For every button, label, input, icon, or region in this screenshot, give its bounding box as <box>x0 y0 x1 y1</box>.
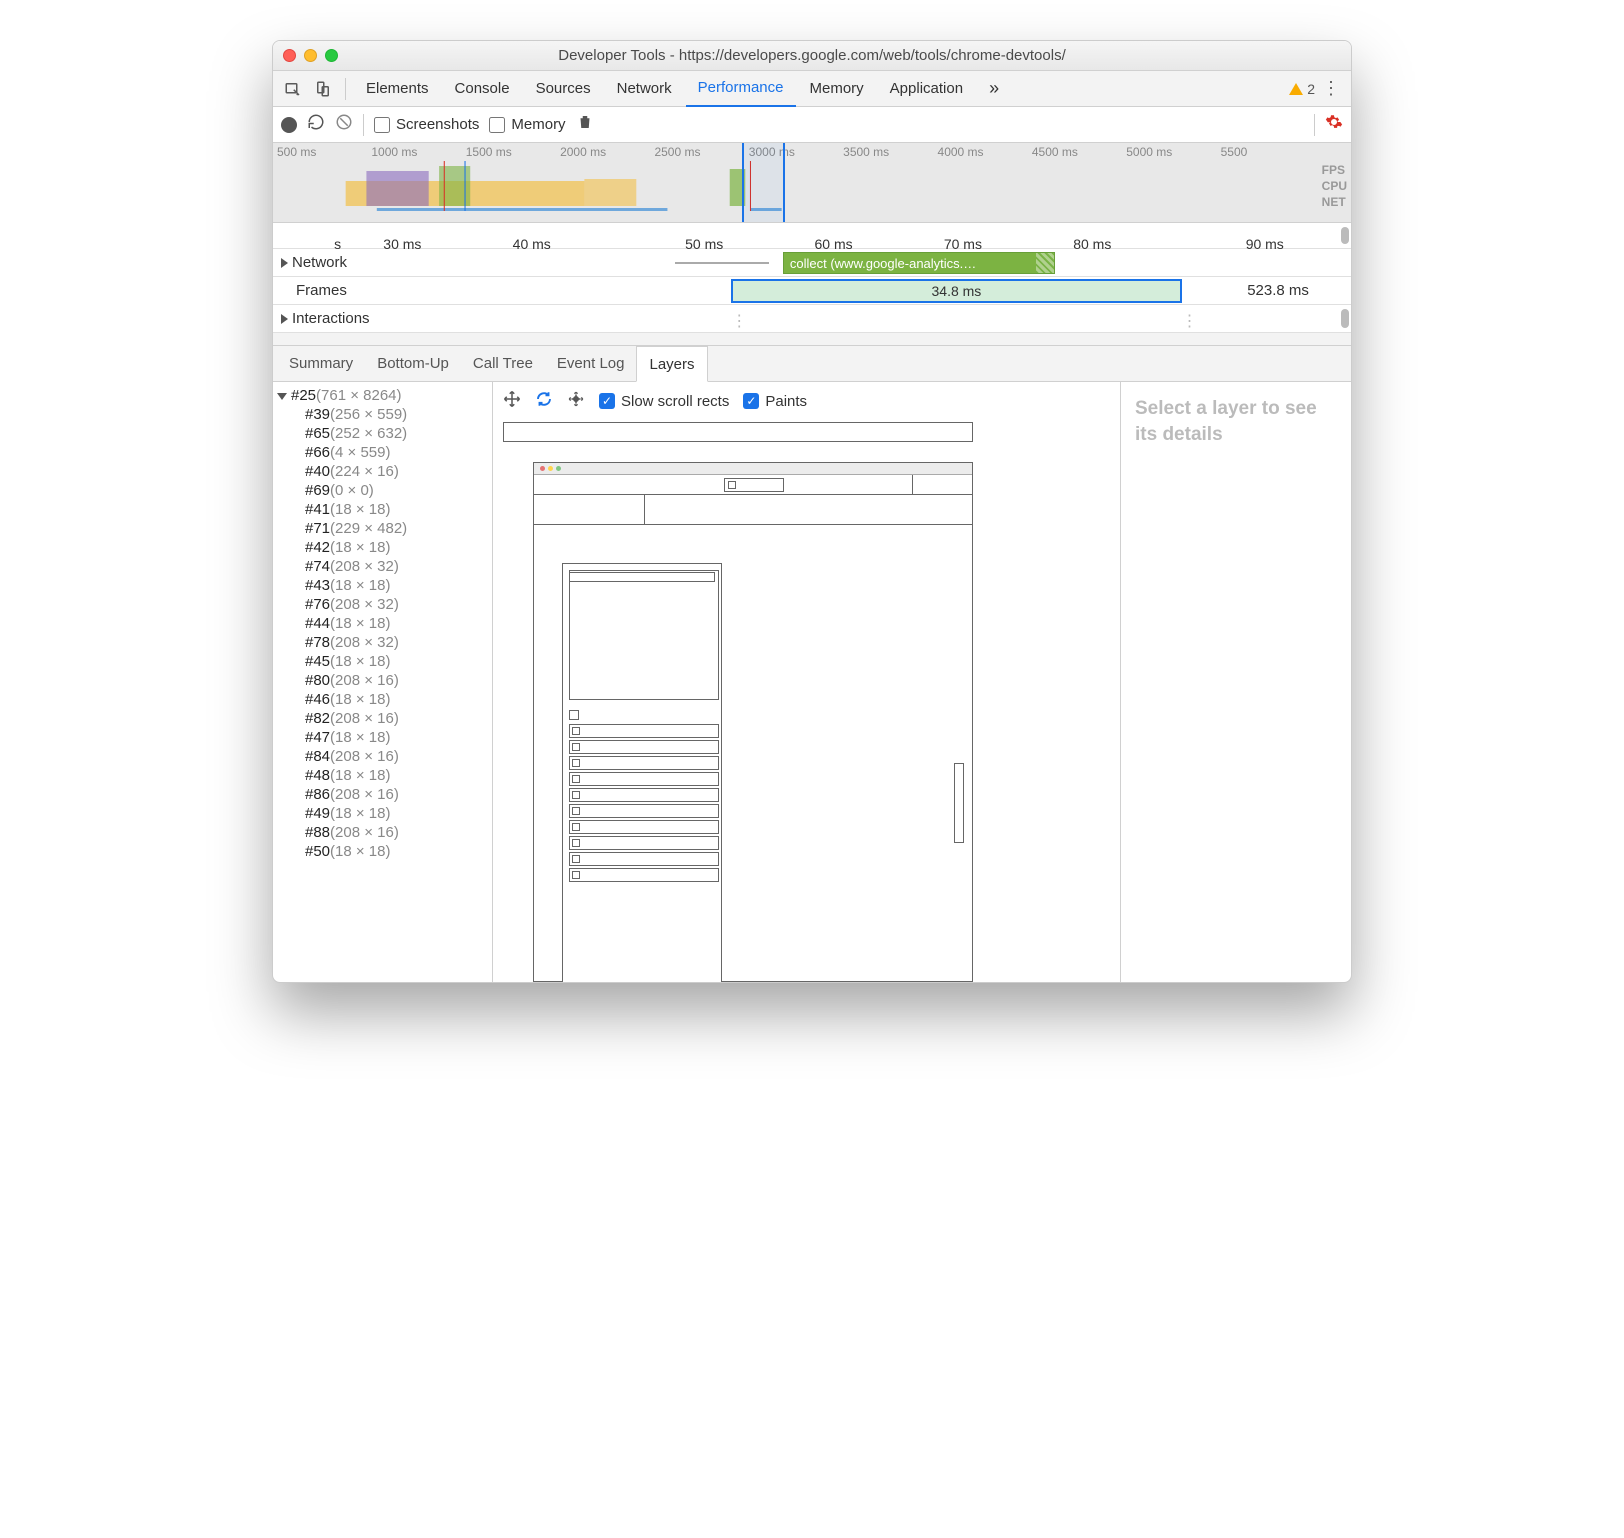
close-icon[interactable] <box>283 49 296 62</box>
reset-view-icon[interactable] <box>567 390 585 413</box>
layer-node[interactable]: #69(0 × 0) <box>277 481 492 500</box>
memory-checkbox[interactable]: Memory <box>489 116 565 133</box>
overview-lane-labels: FPS CPU NET <box>1322 163 1347 209</box>
tab-network[interactable]: Network <box>605 71 684 107</box>
network-request-bar[interactable]: collect (www.google-analytics.… <box>783 252 1055 274</box>
layer-wireframe[interactable] <box>503 422 1110 982</box>
layer-node[interactable]: #44(18 × 18) <box>277 614 492 633</box>
layer-node[interactable]: #41(18 × 18) <box>277 500 492 519</box>
interactions-track[interactable]: Interactions ⋮ ⋮ <box>273 305 1351 333</box>
layer-node[interactable]: #50(18 × 18) <box>277 842 492 861</box>
frames-track-label: Frames <box>296 282 347 299</box>
layer-node[interactable]: #74(208 × 32) <box>277 557 492 576</box>
network-track[interactable]: Network collect (www.google-analytics.… <box>273 249 1351 277</box>
pan-icon[interactable] <box>503 390 521 413</box>
frame-extra-label: 523.8 ms <box>1247 282 1309 299</box>
layer-node[interactable]: #80(208 × 16) <box>277 671 492 690</box>
layer-node[interactable]: #71(229 × 482) <box>277 519 492 538</box>
layer-node[interactable]: #76(208 × 32) <box>277 595 492 614</box>
flamechart-area: s30 ms40 ms50 ms60 ms70 ms80 ms90 ms Net… <box>273 223 1351 346</box>
kebab-menu-icon[interactable]: ⋮ <box>1317 75 1345 103</box>
tab-memory[interactable]: Memory <box>798 71 876 107</box>
layer-node[interactable]: #25(761 × 8264) <box>277 386 492 405</box>
record-button[interactable] <box>281 117 297 133</box>
tab-application[interactable]: Application <box>878 71 975 107</box>
expand-icon[interactable] <box>281 314 288 324</box>
overview-ticks: 500 ms1000 ms1500 ms2000 ms2500 ms3000 m… <box>273 145 1311 159</box>
subtab-call-tree[interactable]: Call Tree <box>461 346 545 382</box>
interactions-track-label: Interactions <box>292 310 370 327</box>
network-track-label: Network <box>292 254 347 271</box>
separator <box>345 78 346 100</box>
layer-node[interactable]: #46(18 × 18) <box>277 690 492 709</box>
layer-node[interactable]: #65(252 × 632) <box>277 424 492 443</box>
traffic-lights <box>283 49 338 62</box>
layer-node[interactable]: #47(18 × 18) <box>277 728 492 747</box>
layer-tree[interactable]: #25(761 × 8264)#39(256 × 559)#65(252 × 6… <box>273 382 493 982</box>
layer-node[interactable]: #42(18 × 18) <box>277 538 492 557</box>
layer-node[interactable]: #88(208 × 16) <box>277 823 492 842</box>
detail-tabs: SummaryBottom-UpCall TreeEvent LogLayers <box>273 346 1351 382</box>
device-toggle-icon[interactable] <box>309 75 337 103</box>
layer-view-toolbar: ✓Slow scroll rects ✓Paints <box>503 386 1110 416</box>
layer-node[interactable]: #39(256 × 559) <box>277 405 492 424</box>
inspect-icon[interactable] <box>279 75 307 103</box>
window-title: Developer Tools - https://developers.goo… <box>273 47 1351 64</box>
maximize-icon[interactable] <box>325 49 338 62</box>
warning-icon <box>1289 83 1303 95</box>
layer-details-placeholder: Select a layer to see its details <box>1135 398 1317 445</box>
slow-scroll-checkbox[interactable]: ✓Slow scroll rects <box>599 393 729 410</box>
overview-panel[interactable]: 500 ms1000 ms1500 ms2000 ms2500 ms3000 m… <box>273 143 1351 223</box>
layer-node[interactable]: #49(18 × 18) <box>277 804 492 823</box>
scroll-thumb[interactable] <box>1341 309 1349 328</box>
devtools-window: Developer Tools - https://developers.goo… <box>272 40 1352 983</box>
overview-chart <box>273 161 1311 211</box>
tab-sources[interactable]: Sources <box>524 71 603 107</box>
tab-console[interactable]: Console <box>443 71 522 107</box>
clear-icon[interactable] <box>335 113 353 136</box>
timeline-ruler[interactable]: s30 ms40 ms50 ms60 ms70 ms80 ms90 ms <box>273 223 1351 249</box>
perf-toolbar: Screenshots Memory <box>273 107 1351 143</box>
rotate-icon[interactable] <box>535 390 553 413</box>
paints-checkbox[interactable]: ✓Paints <box>743 393 807 410</box>
titlebar: Developer Tools - https://developers.goo… <box>273 41 1351 71</box>
layers-panel: #25(761 × 8264)#39(256 × 559)#65(252 × 6… <box>273 382 1351 982</box>
expand-icon[interactable] <box>281 258 288 268</box>
memory-label: Memory <box>511 116 565 133</box>
screenshots-checkbox[interactable]: Screenshots <box>374 116 479 133</box>
frames-track[interactable]: Frames 34.8 ms 523.8 ms <box>273 277 1351 305</box>
warning-count: 2 <box>1307 81 1315 97</box>
layer-viewport[interactable]: ✓Slow scroll rects ✓Paints <box>493 382 1121 982</box>
subtab-event-log[interactable]: Event Log <box>545 346 637 382</box>
layer-node[interactable]: #66(4 × 559) <box>277 443 492 462</box>
screenshots-label: Screenshots <box>396 116 479 133</box>
subtab-bottom-up[interactable]: Bottom-Up <box>365 346 461 382</box>
layer-node[interactable]: #84(208 × 16) <box>277 747 492 766</box>
main-tabbar: ElementsConsoleSourcesNetworkPerformance… <box>273 71 1351 107</box>
layer-details-pane: Select a layer to see its details <box>1121 382 1351 982</box>
trash-icon[interactable] <box>576 113 594 136</box>
scroll-thumb[interactable] <box>1341 227 1349 244</box>
settings-gear-icon[interactable] <box>1325 113 1343 136</box>
reload-icon[interactable] <box>307 113 325 136</box>
layer-node[interactable]: #48(18 × 18) <box>277 766 492 785</box>
layer-node[interactable]: #43(18 × 18) <box>277 576 492 595</box>
subtab-summary[interactable]: Summary <box>277 346 365 382</box>
subtab-layers[interactable]: Layers <box>636 346 707 382</box>
layer-node[interactable]: #78(208 × 32) <box>277 633 492 652</box>
layer-node[interactable]: #40(224 × 16) <box>277 462 492 481</box>
tabs-overflow-button[interactable]: » <box>977 71 1011 107</box>
layer-node[interactable]: #86(208 × 16) <box>277 785 492 804</box>
tab-performance[interactable]: Performance <box>686 71 796 107</box>
warnings-indicator[interactable]: 2 <box>1289 81 1315 97</box>
layer-node[interactable]: #45(18 × 18) <box>277 652 492 671</box>
frame-bar[interactable]: 34.8 ms <box>731 279 1181 303</box>
layer-node[interactable]: #82(208 × 16) <box>277 709 492 728</box>
layer-view: ✓Slow scroll rects ✓Paints <box>493 382 1351 982</box>
minimize-icon[interactable] <box>304 49 317 62</box>
tab-elements[interactable]: Elements <box>354 71 441 107</box>
overview-selection[interactable] <box>742 143 785 222</box>
